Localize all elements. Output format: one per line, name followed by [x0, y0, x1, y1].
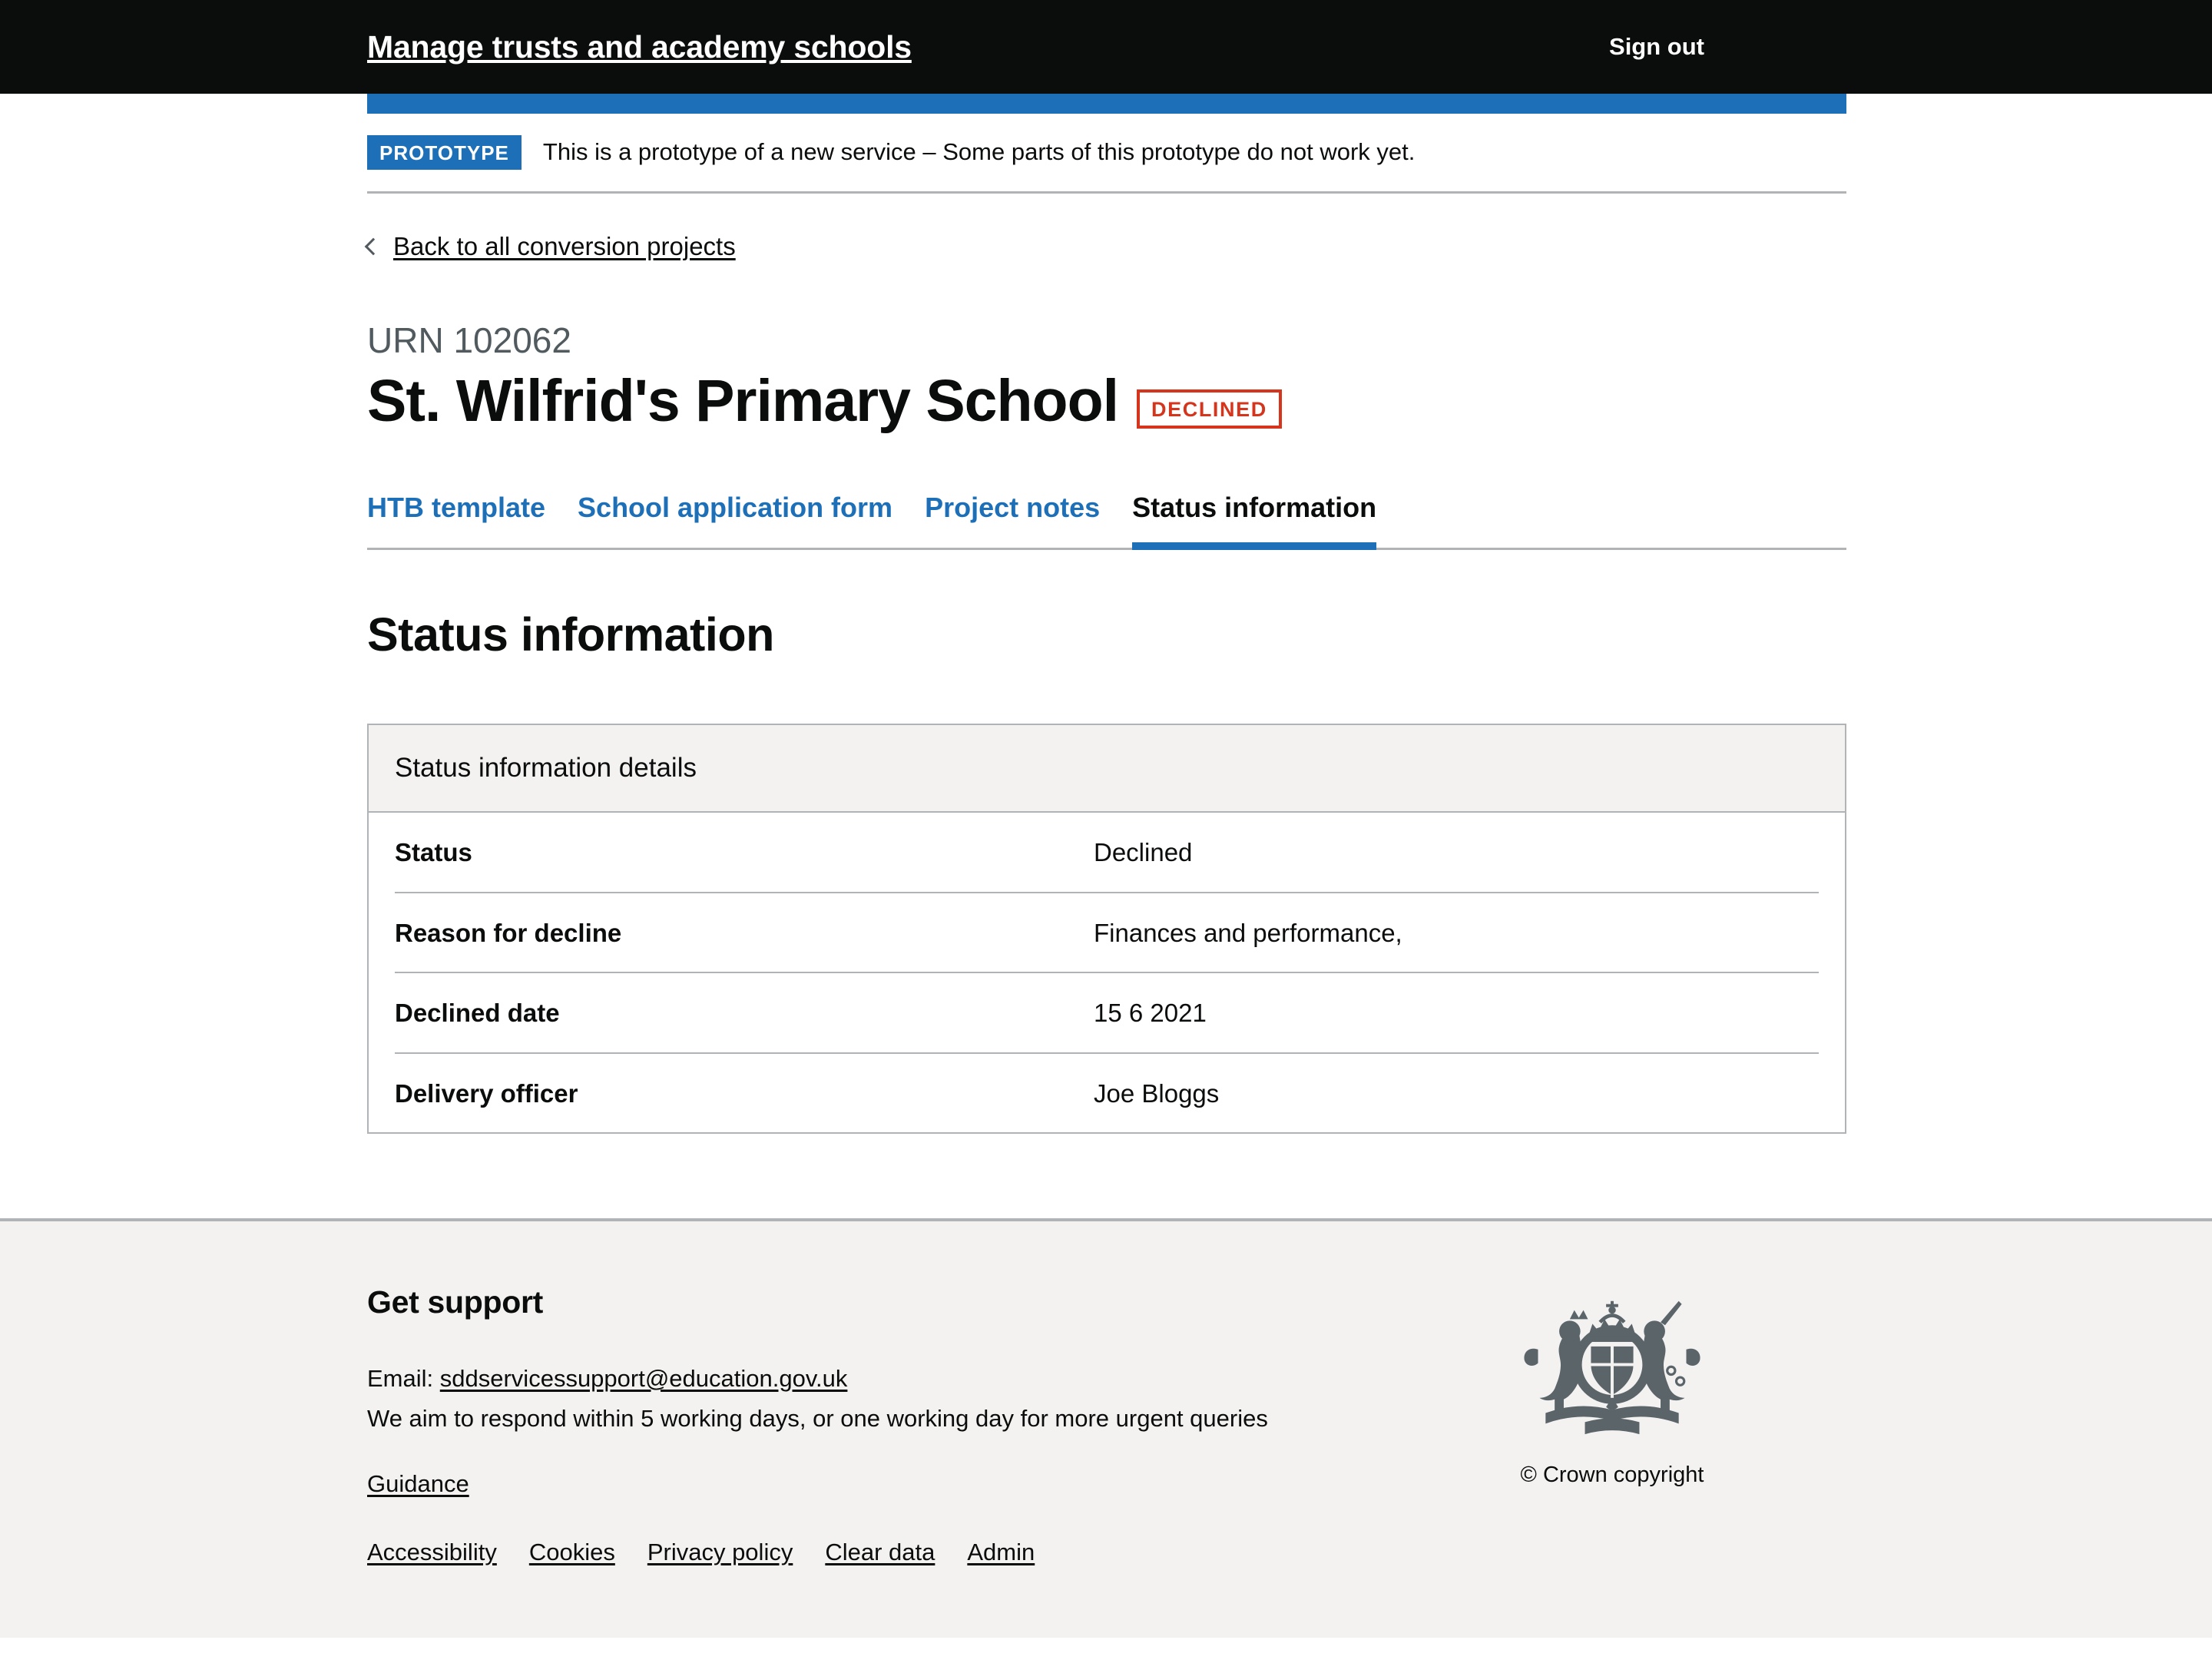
page-title: St. Wilfrid's Primary School — [367, 368, 1119, 435]
footer-meta-links: Accessibility Cookies Privacy policy Cle… — [367, 1537, 1512, 1569]
phase-banner-text: This is a prototype of a new service – S… — [542, 138, 1416, 166]
summary-value: Finances and performance, — [1094, 918, 1402, 947]
tab-school-application-form[interactable]: School application form — [578, 489, 892, 548]
summary-value: Joe Bloggs — [1094, 1078, 1220, 1108]
support-email-link[interactable]: sddservicessupport@education.gov.uk — [440, 1365, 848, 1392]
main-bottom-spacer — [367, 1134, 1846, 1218]
sign-out-link[interactable]: Sign out — [1609, 31, 1704, 63]
brand-blue-strip — [367, 94, 1846, 114]
crown-copyright-text: © Crown copyright — [1520, 1463, 1704, 1488]
accessibility-link[interactable]: Accessibility — [367, 1537, 497, 1569]
section-heading: Status information — [367, 608, 774, 661]
urn-caption: URN 102062 — [367, 320, 571, 360]
status-information-card: Status information details Status Declin… — [367, 724, 1846, 1135]
status-badge: DECLINED — [1137, 389, 1282, 429]
card-title: Status information details — [395, 753, 697, 783]
summary-row-reason-for-decline: Reason for decline Finances and performa… — [395, 893, 1819, 974]
guidance-link[interactable]: Guidance — [367, 1470, 469, 1497]
chevron-left-icon — [364, 237, 382, 256]
brand-blue-strip-wrapper — [0, 94, 2212, 114]
phase-banner: PROTOTYPE This is a prototype of a new s… — [367, 114, 1846, 194]
summary-key: Reason for decline — [395, 918, 622, 947]
phase-tag: PROTOTYPE — [367, 135, 522, 170]
summary-row-status: Status Declined — [395, 813, 1819, 893]
summary-list: Status Declined Reason for decline Finan… — [369, 813, 1845, 1132]
tab-project-notes-link[interactable]: Project notes — [925, 492, 1100, 523]
tab-project-notes[interactable]: Project notes — [925, 489, 1100, 548]
card-header: Status information details — [369, 725, 1845, 813]
summary-key: Status — [395, 838, 472, 867]
tabs-list: HTB template School application form Pro… — [367, 489, 1846, 550]
footer-support-block: Get support Email: sddservicessupport@ed… — [367, 1281, 1512, 1569]
site-header: Manage trusts and academy schools Sign o… — [0, 0, 2212, 94]
page-title-row: St. Wilfrid's Primary School DECLINED — [367, 369, 1846, 434]
footer-guidance-row: Guidance — [367, 1469, 1512, 1500]
summary-row-declined-date: Declined date 15 6 2021 — [395, 973, 1819, 1054]
admin-link[interactable]: Admin — [967, 1537, 1035, 1569]
summary-key: Delivery officer — [395, 1078, 578, 1108]
back-link[interactable]: Back to all conversion projects — [364, 230, 736, 263]
project-tabs: HTB template School application form Pro… — [367, 489, 1846, 550]
privacy-policy-link[interactable]: Privacy policy — [647, 1537, 793, 1569]
summary-row-delivery-officer: Delivery officer Joe Bloggs — [395, 1054, 1819, 1133]
summary-value: 15 6 2021 — [1094, 999, 1207, 1028]
site-footer: Get support Email: sddservicessupport@ed… — [0, 1218, 2212, 1638]
footer-crown-block: © Crown copyright — [1512, 1281, 1712, 1489]
tab-htb-template-link[interactable]: HTB template — [367, 492, 545, 523]
summary-key: Declined date — [395, 999, 560, 1028]
cookies-link[interactable]: Cookies — [529, 1537, 615, 1569]
clear-data-link[interactable]: Clear data — [825, 1537, 935, 1569]
tab-status-information-link[interactable]: Status information — [1132, 492, 1376, 523]
royal-coat-of-arms-icon — [1524, 1301, 1700, 1435]
page-container: PROTOTYPE This is a prototype of a new s… — [364, 114, 1846, 1218]
tab-htb-template[interactable]: HTB template — [367, 489, 545, 548]
summary-value: Declined — [1094, 838, 1193, 867]
service-name-link[interactable]: Manage trusts and academy schools — [367, 26, 912, 68]
footer-email-line: Email: sddservicessupport@education.gov.… — [367, 1363, 1512, 1395]
footer-email-prefix: Email: — [367, 1364, 434, 1392]
tab-school-application-form-link[interactable]: School application form — [578, 492, 892, 523]
footer-response-time-text: We aim to respond within 5 working days,… — [367, 1405, 1268, 1433]
tab-status-information[interactable]: Status information — [1132, 489, 1377, 550]
back-link-label: Back to all conversion projects — [393, 232, 736, 261]
footer-heading: Get support — [367, 1284, 544, 1320]
back-link-row: Back to all conversion projects — [364, 194, 1846, 263]
